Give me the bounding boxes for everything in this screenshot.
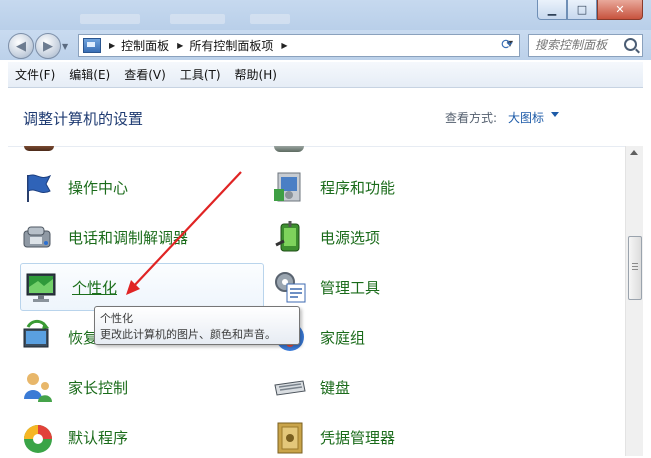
- tooltip: 个性化 更改此计算机的图片、颜色和声音。: [94, 306, 300, 345]
- search-input[interactable]: [529, 35, 623, 54]
- item-credential-manager[interactable]: 凭据管理器: [272, 416, 512, 458]
- item-default-programs[interactable]: 默认程序: [20, 416, 260, 458]
- navigation-bar: ◀ ▶ ▼ ▶ 控制面板 ▶ 所有控制面板项 ▶ ▼ ⟳: [0, 30, 651, 60]
- menu-bar: 文件(F) 编辑(E) 查看(V) 工具(T) 帮助(H): [8, 62, 643, 88]
- keyboard-icon: [272, 369, 308, 405]
- breadcrumb-separator-icon[interactable]: ▶: [109, 41, 115, 50]
- item-label: 程序和功能: [320, 178, 396, 197]
- tooltip-title: 个性化: [100, 312, 133, 325]
- item-label: 家长控制: [68, 378, 129, 397]
- power-options-icon: [272, 219, 308, 255]
- item-power-options[interactable]: 电源选项: [272, 216, 512, 258]
- item-keyboard[interactable]: 键盘: [272, 366, 512, 408]
- item-label: 键盘: [320, 378, 351, 397]
- view-by-dropdown[interactable]: 大图标: [508, 109, 544, 126]
- content-header: 调整计算机的设置 查看方式: 大图标: [8, 88, 643, 147]
- item-parental-controls[interactable]: 家长控制: [20, 366, 260, 408]
- credential-manager-icon: [272, 419, 308, 455]
- programs-features-icon: [272, 169, 308, 205]
- page-title: 调整计算机的设置: [23, 110, 144, 128]
- item-administrative-tools[interactable]: 管理工具: [272, 266, 512, 308]
- item-phone-modem[interactable]: 电话和调制解调器: [20, 216, 260, 258]
- item-label: 电源选项: [320, 228, 381, 247]
- blurred-tab: [80, 14, 140, 24]
- breadcrumb-separator-icon[interactable]: ▶: [281, 41, 287, 50]
- address-bar[interactable]: ▶ 控制面板 ▶ 所有控制面板项 ▶ ▼: [78, 34, 520, 57]
- refresh-icon[interactable]: ⟳: [498, 37, 516, 53]
- item-label: 个性化: [72, 278, 118, 297]
- item-action-center[interactable]: 操作中心: [20, 166, 260, 208]
- window-controls: ▁ □ ✕: [537, 0, 643, 20]
- item-label: 管理工具: [320, 278, 381, 297]
- view-by-label: 查看方式:: [445, 111, 498, 125]
- phone-modem-icon: [20, 219, 56, 255]
- menu-help[interactable]: 帮助(H): [228, 66, 284, 83]
- minimize-button[interactable]: ▁: [537, 0, 567, 20]
- item-label: 电话和调制解调器: [68, 228, 189, 247]
- item-label: 默认程序: [68, 428, 129, 447]
- menu-view[interactable]: 查看(V): [117, 66, 173, 83]
- breadcrumb-item[interactable]: 控制面板: [121, 37, 169, 54]
- back-arrow-icon: ◀: [16, 38, 26, 54]
- partial-item-icon: [24, 146, 54, 151]
- breadcrumb: ▶ 控制面板 ▶ 所有控制面板项 ▶: [107, 37, 294, 54]
- tooltip-description: 更改此计算机的图片、颜色和声音。: [100, 328, 276, 341]
- forward-arrow-icon: ▶: [43, 38, 53, 54]
- maximize-button[interactable]: □: [567, 0, 597, 20]
- blurred-tab: [250, 14, 290, 24]
- item-homegroup[interactable]: 家庭组: [272, 316, 512, 358]
- item-label: 凭据管理器: [320, 428, 396, 447]
- menu-edit[interactable]: 编辑(E): [62, 66, 117, 83]
- blurred-tab: [170, 14, 225, 24]
- action-center-flag-icon: [20, 169, 56, 205]
- default-programs-icon: [20, 419, 56, 455]
- menu-tools[interactable]: 工具(T): [173, 66, 228, 83]
- administrative-tools-icon: [272, 269, 308, 305]
- breadcrumb-item[interactable]: 所有控制面板项: [189, 37, 273, 54]
- forward-button[interactable]: ▶: [35, 33, 61, 59]
- control-panel-icon: [83, 38, 101, 53]
- item-label: 家庭组: [320, 328, 366, 347]
- watermark-logo: [482, 398, 642, 448]
- scrollbar-thumb[interactable]: [628, 236, 642, 300]
- close-button[interactable]: ✕: [597, 0, 643, 20]
- recent-pages-dropdown[interactable]: ▼: [62, 42, 68, 51]
- partial-item-icon: [274, 146, 304, 152]
- search-box[interactable]: [528, 34, 643, 57]
- search-icon[interactable]: [624, 38, 637, 51]
- item-personalization[interactable]: 个性化: [20, 263, 264, 311]
- chevron-down-icon[interactable]: [551, 112, 559, 117]
- personalization-monitor-icon: [24, 269, 60, 305]
- scroll-up-arrow-icon[interactable]: [630, 150, 638, 155]
- menu-file[interactable]: 文件(F): [8, 66, 62, 83]
- back-button[interactable]: ◀: [8, 33, 34, 59]
- watermark-emblem-icon: [484, 402, 524, 442]
- recovery-icon: [20, 319, 56, 355]
- item-label: 操作中心: [68, 178, 129, 197]
- item-programs-features[interactable]: 程序和功能: [272, 166, 512, 208]
- breadcrumb-separator-icon[interactable]: ▶: [177, 41, 183, 50]
- parental-controls-icon: [20, 369, 56, 405]
- window-titlebar: ▁ □ ✕: [0, 0, 651, 30]
